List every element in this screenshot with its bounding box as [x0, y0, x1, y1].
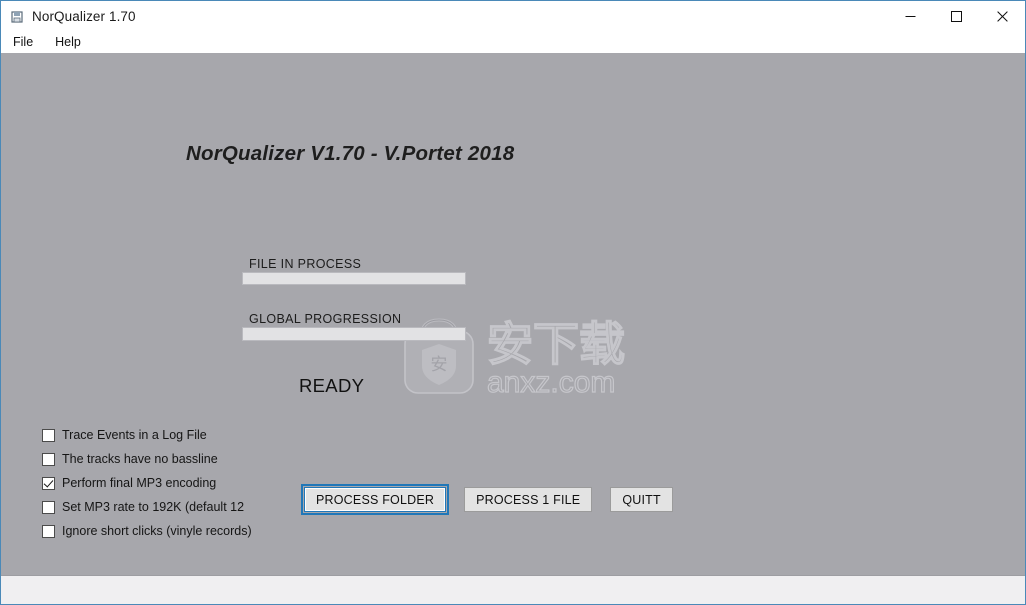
option-final-mp3-encoding[interactable]: Perform final MP3 encoding — [42, 471, 302, 495]
window-title: NorQualizer 1.70 — [32, 9, 136, 24]
option-mp3-rate-192k[interactable]: Set MP3 rate to 192K (default 12 — [42, 495, 302, 519]
watermark-cn-text: 安下载 — [487, 318, 625, 370]
action-button-row: PROCESS FOLDER PROCESS 1 FILE QUITT — [300, 484, 673, 515]
file-in-process-label: FILE IN PROCESS — [249, 257, 362, 271]
file-in-process-progressbar — [242, 272, 466, 285]
option-label: The tracks have no bassline — [62, 452, 218, 466]
global-progression-progressbar — [242, 327, 466, 341]
menu-item-help[interactable]: Help — [51, 33, 90, 52]
checkbox-ignore-short-clicks[interactable] — [42, 524, 55, 538]
option-label: Trace Events in a Log File — [62, 428, 207, 442]
option-label: Set MP3 rate to 192K (default 12 — [62, 500, 245, 514]
option-trace-events[interactable]: Trace Events in a Log File — [42, 423, 302, 447]
options-list: Trace Events in a Log File The tracks ha… — [42, 423, 302, 543]
process-folder-button[interactable]: PROCESS FOLDER — [300, 484, 450, 515]
maximize-icon — [950, 11, 962, 22]
page-title: NorQualizer V1.70 - V.Portet 2018 — [186, 142, 515, 165]
process-one-file-button[interactable]: PROCESS 1 FILE — [464, 487, 593, 512]
app-window: NorQualizer 1.70 File Help 安 安下载 anxz.co… — [0, 0, 1026, 605]
menu-item-file[interactable]: File — [9, 33, 42, 52]
checkbox-no-bassline[interactable] — [42, 452, 55, 466]
checkbox-mp3-rate-192k[interactable] — [42, 500, 55, 514]
option-ignore-short-clicks[interactable]: Ignore short clicks (vinyle records) — [42, 519, 302, 543]
maximize-button[interactable] — [933, 1, 979, 32]
close-button[interactable] — [979, 1, 1025, 32]
quit-button[interactable]: QUITT — [610, 487, 673, 512]
menu-bar: File Help — [1, 32, 1025, 53]
minimize-button[interactable] — [887, 1, 933, 32]
status-bar — [1, 575, 1025, 604]
client-area: 安 安下载 anxz.com NorQualizer V1.70 - V.Por… — [1, 53, 1025, 575]
site-watermark: 安 安下载 anxz.com — [399, 308, 631, 408]
global-progression-label: GLOBAL PROGRESSION — [249, 312, 402, 326]
app-window-icon — [9, 9, 25, 25]
checkbox-trace-events[interactable] — [42, 428, 55, 442]
checkbox-final-mp3-encoding[interactable] — [42, 476, 55, 490]
title-bar: NorQualizer 1.70 — [1, 1, 1025, 32]
window-controls — [887, 1, 1025, 32]
watermark-shield-char: 安 — [431, 355, 448, 374]
close-icon — [996, 11, 1008, 22]
option-no-bassline[interactable]: The tracks have no bassline — [42, 447, 302, 471]
option-label: Ignore short clicks (vinyle records) — [62, 524, 252, 538]
option-label: Perform final MP3 encoding — [62, 476, 217, 490]
minimize-icon — [905, 16, 915, 17]
watermark-domain-text: anxz.com — [487, 366, 615, 399]
status-text: READY — [299, 375, 365, 396]
